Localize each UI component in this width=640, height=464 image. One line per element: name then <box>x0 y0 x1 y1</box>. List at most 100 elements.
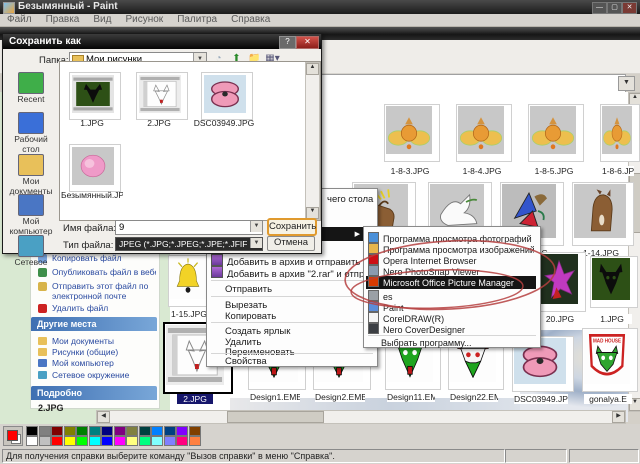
palette-swatch[interactable] <box>51 426 63 436</box>
file-thumbnail[interactable] <box>538 252 586 312</box>
open-with-item-choose-program[interactable]: Выбрать программу... <box>366 337 534 349</box>
minimize-button[interactable]: — <box>592 2 607 14</box>
scroll-left-icon[interactable]: ◀ <box>97 411 110 423</box>
palette-swatch[interactable] <box>63 436 76 446</box>
dialog-file-thumbnail[interactable] <box>136 72 188 120</box>
nero-coverdesigner-icon <box>368 323 379 334</box>
palette-swatch[interactable] <box>163 426 176 436</box>
palette-swatch[interactable] <box>76 436 88 446</box>
palette-swatch[interactable] <box>63 426 76 436</box>
palette-swatch[interactable] <box>113 426 126 436</box>
palette-swatch[interactable] <box>101 426 113 436</box>
palette-swatch[interactable] <box>126 436 138 446</box>
open-with-submenu: Программа просмотра фотографий Picasa Ph… <box>363 226 541 348</box>
menu-item-label: Копировать <box>225 311 277 322</box>
paint-menu-файл[interactable]: Файл <box>0 14 39 26</box>
palette-swatch[interactable] <box>26 436 38 446</box>
scroll-right-icon[interactable]: ▶ <box>612 411 625 423</box>
menu-separator <box>211 296 373 297</box>
file-thumbnail[interactable] <box>528 104 584 162</box>
sidebar-item-recent[interactable]: Recent <box>7 72 55 108</box>
dialog-file-thumbnail[interactable] <box>69 144 121 192</box>
dialog-file-thumbnail[interactable] <box>69 72 121 120</box>
paint-menu-справка[interactable]: Справка <box>224 14 277 26</box>
status-cell <box>505 449 567 463</box>
palette-swatch[interactable] <box>113 436 126 446</box>
palette-swatch[interactable] <box>76 426 88 436</box>
horizontal-scroll-thumb[interactable] <box>227 411 324 423</box>
palette-swatch[interactable] <box>176 436 188 446</box>
dialog-close-button[interactable]: ✕ <box>296 36 319 49</box>
place-label: Мой компьютер <box>9 216 53 236</box>
context-menu-item[interactable]: Копировать <box>211 310 373 322</box>
file-thumbnail[interactable]: MAD HOUSE <box>582 328 638 392</box>
cancel-button[interactable]: Отмена <box>267 236 315 251</box>
task-label: Удалить файл <box>52 303 109 313</box>
help-button[interactable]: ? <box>279 36 296 49</box>
folder-icon <box>38 348 47 356</box>
context-menu-partial-item[interactable]: чего стола <box>327 194 375 206</box>
address-dropdown-icon[interactable]: ▼ <box>618 76 635 91</box>
maximize-button[interactable]: ▢ <box>607 2 622 14</box>
horizontal-scrollbar[interactable]: ◀ ▶ <box>96 410 626 424</box>
sidebar-item-network[interactable]: Сетевое <box>7 235 55 271</box>
palette-swatch[interactable] <box>26 426 38 436</box>
file-thumbnail[interactable] <box>590 256 638 308</box>
file-thumbnail[interactable] <box>600 104 640 162</box>
lotus-image <box>530 106 576 154</box>
scroll-up-icon[interactable]: ▲ <box>306 63 319 75</box>
menu-item-label: Добавить в архив "2.rar" и отправить по … <box>227 269 373 278</box>
current-colors-box[interactable] <box>3 426 23 446</box>
foreground-color-swatch <box>7 430 18 441</box>
filename-input[interactable]: 9 ▼ <box>115 220 263 235</box>
file-thumbnail-label: 1-8-3.JPG <box>386 166 434 176</box>
open-with-item-nero-coverdesigner[interactable]: Nero CoverDesigner <box>366 323 534 335</box>
task-label: Опубликовать файл в вебе <box>52 267 156 277</box>
context-menu-item[interactable]: Отправить▶ <box>211 283 373 295</box>
file-thumbnail[interactable] <box>384 104 440 162</box>
sidebar-item-desktop[interactable]: Рабочий стол <box>7 112 55 154</box>
palette-swatch[interactable] <box>51 436 63 446</box>
filetype-combobox[interactable]: JPEG (*.JPG;*.JPEG;*.JPE;*.JFIF) ▼ <box>115 237 263 251</box>
email-icon <box>38 282 47 291</box>
context-menu-item[interactable]: Добавить в архив "2.rar" и отправить по … <box>211 266 373 278</box>
close-button[interactable]: ✕ <box>622 2 637 14</box>
dialog-file-thumbnail[interactable] <box>201 72 253 120</box>
palette-swatch[interactable] <box>38 426 51 436</box>
open-with-item-office-picture-manager[interactable]: Microsoft Office Picture Manager <box>366 276 536 289</box>
paint-menu-рисунок[interactable]: Рисунок <box>118 14 170 26</box>
nero-photosnap-icon <box>368 265 379 276</box>
palette-swatch[interactable] <box>176 426 188 436</box>
chevron-down-icon[interactable]: ▼ <box>250 221 262 232</box>
palette-swatch[interactable] <box>188 426 201 436</box>
paint-menu-правка[interactable]: Правка <box>39 14 87 26</box>
save-button[interactable]: Сохранить <box>267 218 317 236</box>
palette-swatch[interactable] <box>101 436 113 446</box>
paint-menu-вид[interactable]: Вид <box>86 14 118 26</box>
file-thumbnail-label: 1.JPG <box>592 314 632 324</box>
palette-swatch[interactable] <box>138 426 151 436</box>
dialog-list-scrollbar[interactable]: ▲ ▼ <box>305 62 320 220</box>
office-picture-manager-icon <box>368 276 379 287</box>
palette-swatch[interactable] <box>138 436 151 446</box>
palette-swatch[interactable] <box>126 426 138 436</box>
filetype-label: Тип файла: <box>63 240 114 251</box>
paint-window-title: Безымянный - Paint <box>18 1 118 12</box>
context-menu-item[interactable]: Добавить в архив и отправить по e-mail..… <box>211 254 373 266</box>
screen: ▼ Копировать файл Опубликовать файл в веб… <box>0 0 640 464</box>
palette-swatch[interactable] <box>163 436 176 446</box>
palette-swatch[interactable] <box>151 436 163 446</box>
context-menu-item[interactable]: Свойства <box>211 355 373 367</box>
file-thumbnail-label: 20.JPG <box>540 314 580 324</box>
chevron-down-icon[interactable]: ▼ <box>250 238 262 248</box>
sidebar-item-my-documents[interactable]: Мои документы <box>7 154 55 196</box>
sidebar-item-my-computer[interactable]: Мой компьютер <box>7 194 55 236</box>
palette-swatch[interactable] <box>151 426 163 436</box>
palette-swatch[interactable] <box>88 436 101 446</box>
palette-swatch[interactable] <box>188 436 201 446</box>
file-thumbnail[interactable] <box>456 104 512 162</box>
paint-menu-палитра[interactable]: Палитра <box>170 14 224 26</box>
palette-swatch[interactable] <box>88 426 101 436</box>
palette-swatch[interactable] <box>38 436 51 446</box>
file-thumbnail[interactable] <box>572 182 634 246</box>
